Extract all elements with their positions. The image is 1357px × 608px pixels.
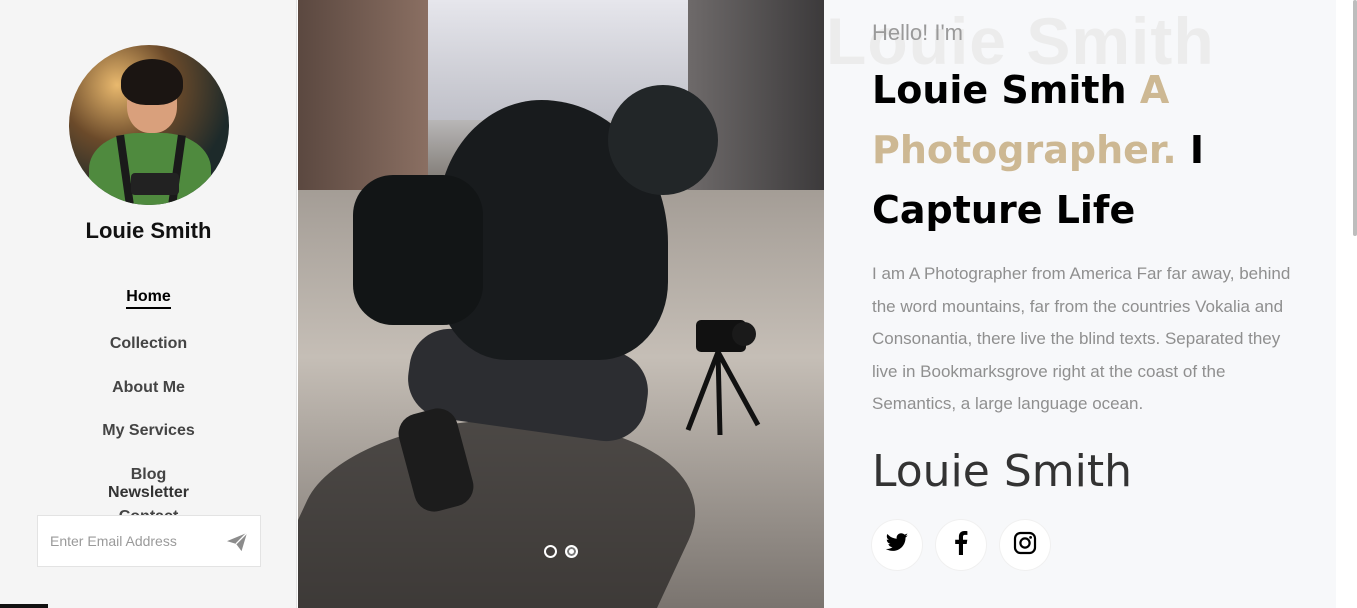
- headline-name: Louie Smith: [872, 68, 1127, 112]
- twitter-icon: [885, 532, 909, 558]
- slider-dot-1[interactable]: [544, 545, 557, 558]
- tripod-camera: [685, 320, 761, 436]
- slider-dot-2[interactable]: [565, 545, 578, 558]
- nav-item-about-me[interactable]: About Me: [0, 379, 296, 398]
- nav-item-my-services[interactable]: My Services: [0, 422, 296, 441]
- facebook-link[interactable]: [936, 520, 986, 570]
- nav-item-blog[interactable]: Blog: [0, 466, 296, 485]
- headline: Louie Smith A Photographer. I Capture Li…: [872, 60, 1312, 240]
- avatar: [69, 45, 229, 205]
- slider-dots: [544, 545, 578, 558]
- instagram-link[interactable]: [1000, 520, 1050, 570]
- hero-photo: [298, 0, 824, 608]
- about-text: I am A Photographer from America Far far…: [872, 264, 1291, 413]
- sidebar: Louie Smith Home Collection About Me My …: [0, 0, 297, 608]
- email-input[interactable]: [38, 516, 218, 566]
- profile-name: Louie Smith: [85, 218, 212, 243]
- paper-plane-icon[interactable]: [226, 532, 248, 552]
- divider: [0, 604, 48, 608]
- twitter-link[interactable]: [872, 520, 922, 570]
- greeting: Hello! I'm: [872, 20, 963, 45]
- facebook-icon: [954, 530, 968, 560]
- intro-section: Louie Smith Hello! I'm Louie Smith A Pho…: [824, 0, 1336, 608]
- newsletter-title: Newsletter: [108, 484, 189, 501]
- instagram-icon: [1013, 531, 1037, 560]
- signature: Louie Smith: [872, 446, 1132, 497]
- newsletter-form: [37, 515, 261, 567]
- social-links: [872, 520, 1050, 570]
- nav-item-home[interactable]: Home: [0, 288, 296, 309]
- scrollbar-thumb[interactable]: [1353, 0, 1357, 236]
- nav-item-collection[interactable]: Collection: [0, 335, 296, 354]
